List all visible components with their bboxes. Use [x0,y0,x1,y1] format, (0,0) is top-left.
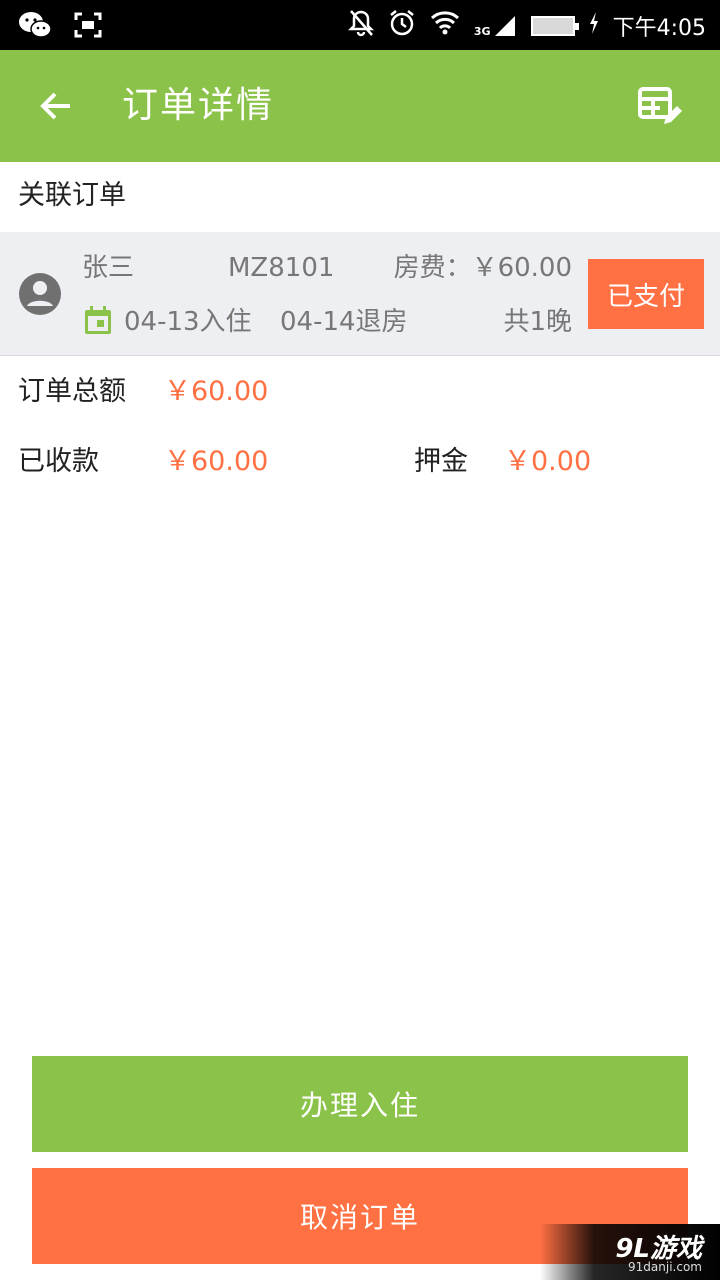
checkin-date: 04-13入住 [124,307,252,337]
received-value: ￥60.00 [164,446,269,477]
status-right-icons: 3G 下午4:05 [347,9,706,43]
checkout-date: 04-14退房 [280,307,408,337]
received-label: 已收款 [18,446,99,477]
order-total-label: 订单总额 [18,376,126,407]
related-orders-title: 关联订单 [18,180,126,211]
charging-icon [589,12,599,40]
calendar-icon [85,306,111,334]
paid-status-badge: 已支付 [588,259,704,329]
guest-name: 张三 [82,253,135,283]
back-button[interactable] [32,82,80,130]
arrow-back-icon [40,92,70,120]
avatar-icon [19,273,61,315]
room-fee: 房费：￥60.00 [393,253,572,283]
order-card[interactable]: 张三 MZ8101 房费：￥60.00 04-13入住 04-14退房 共1晚 … [0,232,720,356]
watermark-url: 91danji.com [628,1260,702,1274]
signal-icon: 3G [474,14,517,38]
page-title: 订单详情 [122,85,275,126]
alarm-icon [388,9,416,43]
battery-icon [530,16,579,36]
watermark: 9L游戏 91danji.com [540,1224,720,1280]
table-edit-icon [638,87,682,124]
status-time: 下午4:05 [612,16,706,41]
night-count: 共1晚 [503,307,572,337]
wifi-icon [430,10,460,42]
status-bar: 3G 下午4:05 [0,0,720,50]
screenshot-icon [74,12,102,42]
room-number: MZ8101 [228,253,335,283]
order-total-value: ￥60.00 [164,376,269,407]
wechat-icon [18,10,52,44]
mute-notification-icon [347,9,374,43]
app-bar: 订单详情 [0,50,720,162]
edit-order-button[interactable] [636,84,682,130]
deposit-value: ￥0.00 [504,446,592,477]
status-left-icons [18,10,102,44]
deposit-label: 押金 [414,446,468,477]
network-type-label: 3G [473,25,491,38]
check-in-button[interactable]: 办理入住 [32,1056,688,1152]
